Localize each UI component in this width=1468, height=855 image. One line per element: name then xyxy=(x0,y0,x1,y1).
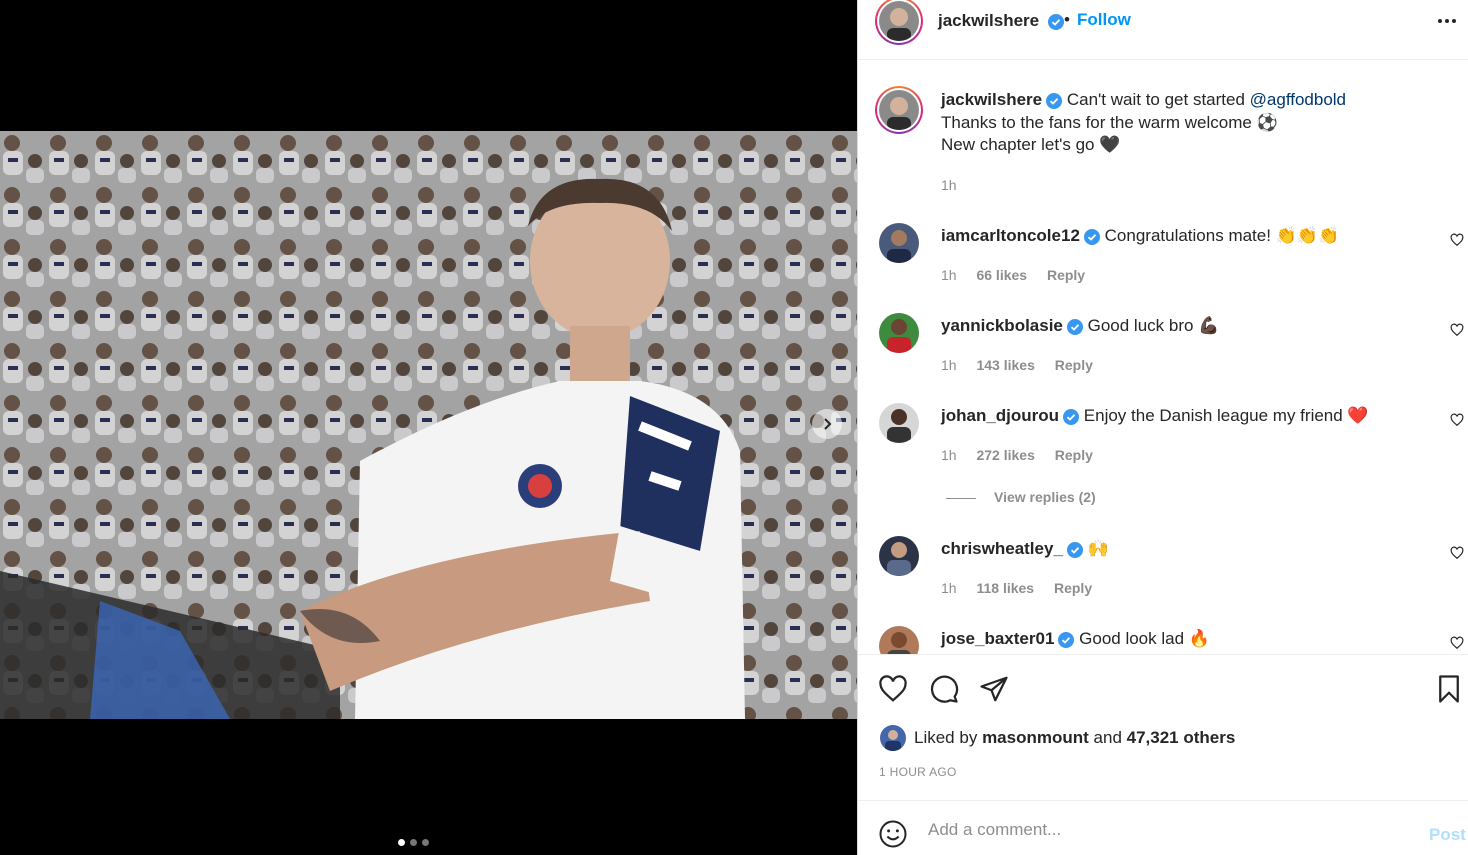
author-username[interactable]: jackwilshere xyxy=(938,11,1064,31)
comment-icon[interactable] xyxy=(929,674,959,704)
heart-icon[interactable] xyxy=(1450,413,1464,427)
comment-composer: Post xyxy=(858,800,1468,855)
comment-text: johan_djourou Enjoy the Danish league my… xyxy=(941,405,1441,428)
liked-by-and: and xyxy=(1093,728,1122,747)
comment-time[interactable]: 1h xyxy=(941,447,957,463)
media-viewer xyxy=(0,0,857,855)
comment-meta: 1h 143 likes Reply xyxy=(941,357,1109,373)
author-avatar[interactable] xyxy=(875,0,923,45)
caption-meta: 1h xyxy=(941,177,973,193)
commenter-username[interactable]: johan_djourou xyxy=(941,406,1059,425)
comment-likes[interactable]: 66 likes xyxy=(976,267,1027,283)
bookmark-icon[interactable] xyxy=(1436,674,1462,704)
reply-button[interactable]: Reply xyxy=(1047,267,1085,283)
reply-button[interactable]: Reply xyxy=(1055,447,1093,463)
verified-icon xyxy=(1047,13,1064,30)
commenter-username[interactable]: chriswheatley_ xyxy=(941,539,1063,558)
caption-line-3: New chapter let's go 🖤 xyxy=(941,135,1121,154)
comment-meta: 1h 272 likes Reply xyxy=(941,447,1109,463)
comment-likes[interactable]: 272 likes xyxy=(976,447,1034,463)
author-username-text[interactable]: jackwilshere xyxy=(938,11,1039,30)
heart-icon[interactable] xyxy=(1450,233,1464,247)
comment-text: chriswheatley_ 🙌 xyxy=(941,538,1441,561)
post-side-panel: jackwilshere • Follow jackwilshere Can't… xyxy=(857,0,1468,855)
share-icon[interactable] xyxy=(979,674,1009,704)
caption-line-1: Can't wait to get started xyxy=(1066,90,1245,109)
caption-time[interactable]: 1h xyxy=(941,177,957,193)
comment-text: iamcarltoncole12 Congratulations mate! 👏… xyxy=(941,225,1441,248)
liked-by-user-link[interactable]: masonmount xyxy=(982,728,1089,748)
caption-text: jackwilshere Can't wait to get started @… xyxy=(941,89,1441,157)
liked-by-prefix: Liked by xyxy=(914,728,978,747)
post-actions: Liked by masonmount and 47,321 others 1 … xyxy=(858,654,1468,800)
likes-summary: Liked by masonmount and 47,321 others xyxy=(880,725,1235,751)
post-timestamp[interactable]: 1 HOUR AGO xyxy=(879,765,957,779)
player-figure xyxy=(300,178,745,719)
comment-body: Good look lad 🔥 xyxy=(1079,629,1210,648)
comment-input[interactable] xyxy=(928,817,1408,843)
comment-meta: 1h 118 likes Reply xyxy=(941,580,1108,596)
verified-icon xyxy=(1083,228,1100,245)
commenter-username[interactable]: jose_baxter01 xyxy=(941,629,1054,648)
comment-time[interactable]: 1h xyxy=(941,267,957,283)
caption-line-2: Thanks to the fans for the warm welcome … xyxy=(941,112,1278,132)
comment-likes[interactable]: 118 likes xyxy=(976,580,1034,596)
verified-icon xyxy=(1046,92,1063,109)
carousel-indicator xyxy=(398,839,429,846)
comment-text: yannickbolasie Good luck bro 💪🏿 xyxy=(941,315,1441,338)
heart-icon[interactable] xyxy=(1450,323,1464,337)
commenter-avatar[interactable] xyxy=(879,403,919,443)
post-comment-button[interactable]: Post xyxy=(1429,825,1466,845)
view-replies-line xyxy=(946,497,976,499)
commenter-avatar[interactable] xyxy=(879,223,919,263)
comment-time[interactable]: 1h xyxy=(941,580,957,596)
verified-icon xyxy=(1063,408,1080,425)
carousel-next-button[interactable] xyxy=(812,409,842,439)
commenter-username[interactable]: iamcarltoncole12 xyxy=(941,226,1080,245)
verified-icon xyxy=(1058,631,1075,648)
view-replies-button[interactable]: View replies (2) xyxy=(946,489,1096,505)
liker-avatar[interactable] xyxy=(880,725,906,751)
post-photo[interactable] xyxy=(0,131,857,719)
heart-icon[interactable] xyxy=(1450,636,1464,650)
reply-button[interactable]: Reply xyxy=(1055,357,1093,373)
comment-time[interactable]: 1h xyxy=(941,357,957,373)
commenter-avatar[interactable] xyxy=(879,313,919,353)
commenter-username[interactable]: yannickbolasie xyxy=(941,316,1063,335)
comments-list[interactable]: jackwilshere Can't wait to get started @… xyxy=(858,61,1468,654)
follow-button[interactable]: Follow xyxy=(1077,10,1131,30)
comment-text: jose_baxter01 Good look lad 🔥 xyxy=(941,628,1441,651)
comment-meta: 1h 66 likes Reply xyxy=(941,267,1101,283)
reply-button[interactable]: Reply xyxy=(1054,580,1092,596)
comment-likes[interactable]: 143 likes xyxy=(976,357,1034,373)
post-header: jackwilshere • Follow xyxy=(858,0,1468,60)
carousel-dot-1 xyxy=(398,839,405,846)
chevron-right-icon xyxy=(824,418,832,430)
comment-body: Enjoy the Danish league my friend ❤️ xyxy=(1083,406,1369,425)
commenter-avatar[interactable] xyxy=(879,536,919,576)
heart-icon[interactable] xyxy=(1450,546,1464,560)
caption-username[interactable]: jackwilshere xyxy=(941,90,1042,109)
header-separator: • xyxy=(1064,10,1070,29)
verified-icon xyxy=(1066,318,1083,335)
commenter-avatar[interactable] xyxy=(879,626,919,654)
carousel-dot-2 xyxy=(410,839,417,846)
caption-mention-link[interactable]: @agffodbold xyxy=(1250,90,1346,109)
more-icon[interactable] xyxy=(1436,10,1458,32)
emoji-icon[interactable] xyxy=(878,819,908,849)
comment-body: 🙌 xyxy=(1087,539,1109,558)
view-replies-label[interactable]: View replies (2) xyxy=(994,489,1096,505)
comment-body: Congratulations mate! 👏👏👏 xyxy=(1104,226,1340,245)
liked-by-others-link[interactable]: 47,321 others xyxy=(1127,728,1236,748)
caption-author-avatar[interactable] xyxy=(875,86,923,134)
comment-body: Good luck bro 💪🏿 xyxy=(1087,316,1220,335)
carousel-dot-3 xyxy=(422,839,429,846)
verified-icon xyxy=(1066,541,1083,558)
heart-icon[interactable] xyxy=(878,674,908,704)
